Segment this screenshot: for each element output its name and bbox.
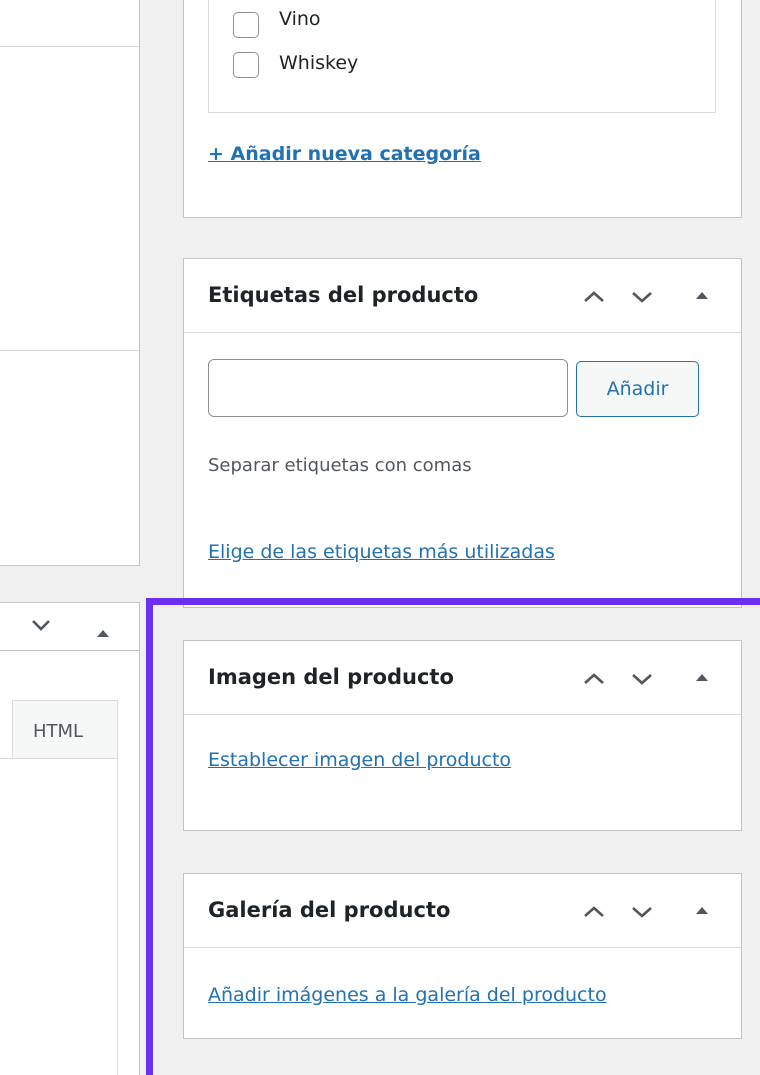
tag-input[interactable] [208,359,568,417]
category-checkbox[interactable] [233,52,259,78]
category-label: Vino [279,8,321,30]
category-checkbox[interactable] [233,12,259,38]
tab-html[interactable]: HTML [12,700,118,760]
editor-textarea[interactable] [0,758,118,1075]
box-title: Etiquetas del producto [208,283,479,307]
category-label: Whiskey [279,52,359,74]
tags-box: Etiquetas del producto Añadir Separar et… [183,258,742,608]
move-down-icon[interactable] [30,617,52,637]
divider [0,46,139,47]
description-panel-header [0,603,139,651]
most-used-tags-link[interactable]: Elige de las etiquetas más utilizadas [208,541,555,563]
product-data-panel [0,0,140,566]
move-down-icon[interactable] [628,285,656,309]
toggle-panel-icon[interactable] [694,289,722,313]
tags-box-header: Etiquetas del producto [184,259,741,333]
toggle-panel-icon[interactable] [96,623,110,642]
move-up-icon[interactable] [580,285,608,309]
add-new-category-link[interactable]: + Añadir nueva categoría [208,143,481,165]
tags-help-text: Separar etiquetas con comas [208,455,472,476]
highlight-frame [146,598,760,1075]
add-tag-button[interactable]: Añadir [576,361,699,417]
divider [0,350,139,351]
categories-checklist: Vino Whiskey [208,0,716,113]
